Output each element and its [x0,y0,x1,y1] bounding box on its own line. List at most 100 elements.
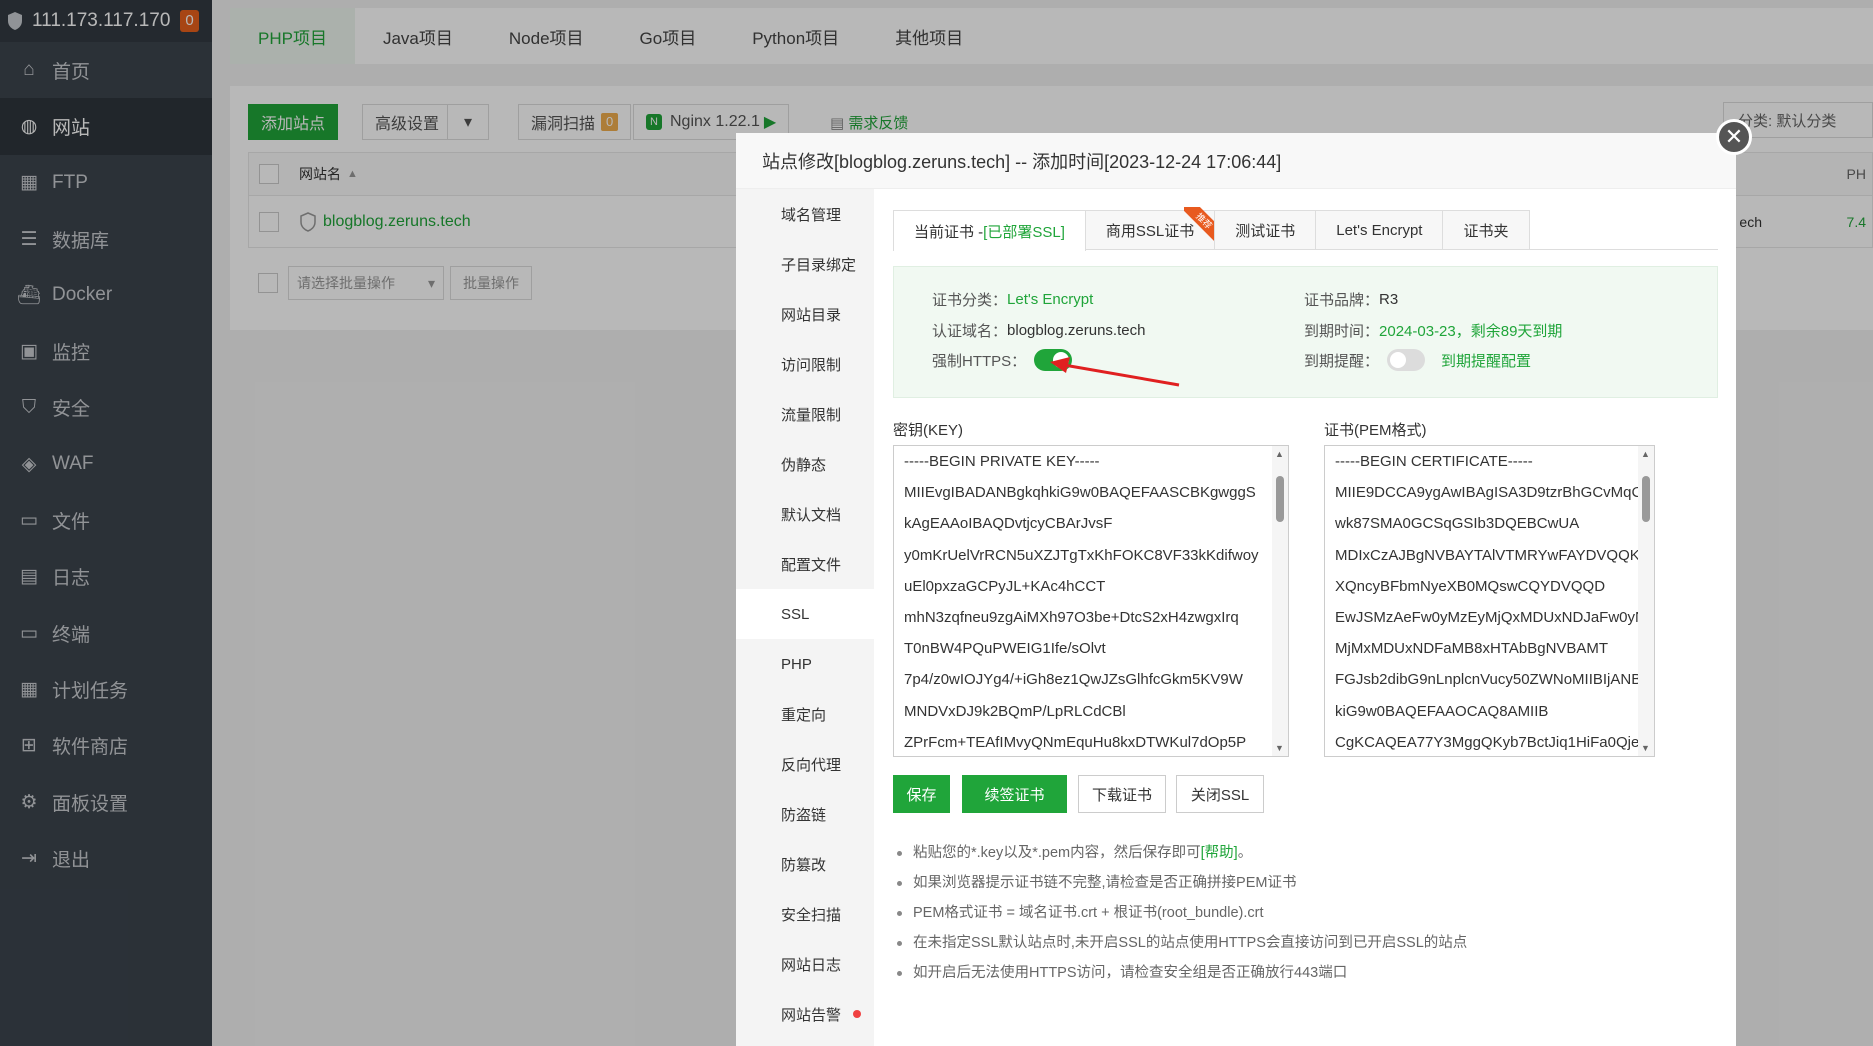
scroll-down-icon[interactable]: ▼ [1641,743,1650,753]
modal-nav-item-3[interactable]: 访问限制 [736,339,874,389]
text-line: MIIE9DCCA9ygAwIBAgISA3D9tzrBhGCvMqCy/Ce [1335,484,1655,502]
modal-nav: 域名管理子目录绑定网站目录访问限制 流量限制伪静态默认文档配置文件 SSL PHP 重定… [736,189,874,1046]
modal-nav-label: 配置文件 [781,556,842,574]
ssl-tabs: 当前证书 - [已部署SSL] 商用SSL证书 推荐 测试证书 Let's Enc… [893,207,1718,251]
modal-nav-label: 网站目录 [781,306,842,324]
modal-nav-item-5[interactable]: 伪静态 [736,439,874,489]
expire-remind-label: 到期提醒： [1304,352,1380,370]
text-line: 7p4/z0wIOJYg4/+iGh8ez1QwJZsGlhfcGkm5KV9W [904,671,1243,689]
text-line: CgKCAQEA77Y3MggQKyb7BctJiq1HiFa0Qjebl2SU [1335,733,1655,751]
text-line: MjMxMDUxNDFaMB8xHTAbBgNVBAMT [1335,640,1609,658]
modal-nav-label: 安全扫描 [781,906,842,924]
scroll-thumb[interactable] [1642,476,1650,522]
cert-expire: 到期时间： 2024-03-23，剩余89天到期 [1304,320,1562,341]
red-arrow-icon [1050,357,1180,387]
cert-textarea[interactable]: -----BEGIN CERTIFICATE----- MIIE9DCCA9ygA… [1324,445,1655,757]
tip-item: 粘贴您的*.key以及*.pem内容，然后保存即可[帮助]。 [893,838,1718,868]
modal-nav-item-6[interactable]: 默认文档 [736,489,874,539]
expire-remind-toggle[interactable] [1387,349,1426,371]
text-line: MDIxCzAJBgNVBAYTAlVTMRYwFAYDVQQKEw1MZ [1335,546,1654,564]
tab-letsencrypt[interactable]: Let's Encrypt [1315,210,1444,249]
save-button[interactable]: 保存 [893,775,950,813]
cert-scrollbar[interactable]: ▲ ▼ [1638,446,1654,756]
toggle-knob [1390,352,1407,368]
scroll-thumb[interactable] [1276,476,1284,522]
site-edit-modal: 站点修改[blogblog.zeruns.tech] -- 添加时间[2023-… [736,133,1736,1046]
modal-nav-label: PHP [781,655,812,673]
renew-cert-button[interactable]: 续签证书 [962,775,1067,813]
text-line: uEl0pxzaGCPyJL+KAc4hCCT [904,577,1106,595]
cert-info-box: 证书分类： Let's Encrypt 证书品牌： R3 认证域名： blogblog… [893,266,1718,398]
expire-remind-config-link[interactable]: 到期提醒配置 [1441,350,1531,371]
modal-nav-item-12[interactable]: 防盗链 [736,789,874,839]
alert-dot-icon [853,1010,862,1018]
scroll-up-icon[interactable]: ▲ [1275,449,1284,459]
tip-item: 在未指定SSL默认站点时,未开启SSL的站点使用HTTPS会直接访问到已开启SS… [893,928,1718,958]
scroll-up-icon[interactable]: ▲ [1641,449,1650,459]
tab-current-cert[interactable]: 当前证书 - [已部署SSL] [893,210,1086,251]
modal-title: 站点修改[blogblog.zeruns.tech] -- 添加时间[2023-… [736,133,1736,189]
cert-expire-label: 到期时间： [1304,323,1380,340]
ssl-content: 当前证书 - [已部署SSL] 商用SSL证书 推荐 测试证书 Let's Enc… [893,189,1718,1046]
text-line: mhN3zqfneu9zgAiMXh97O3be+DtcS2xH4zwgxIrq [904,608,1239,626]
help-link[interactable]: [帮助] [1201,845,1238,861]
text-line: ZPrFcm+TEAfIMvyQNmEquHu8kxDTWKul7dOp5P [904,733,1247,751]
key-label: 密钥(KEY) [893,422,964,439]
cert-brand-label: 证书品牌： [1304,292,1380,309]
text-line: T0nBW4PQuPWEIG1Ife/sOlvt [904,640,1106,658]
modal-nav-item-4[interactable]: 流量限制 [736,389,874,439]
key-scrollbar[interactable]: ▲ ▼ [1272,446,1288,756]
modal-nav-item-8[interactable]: SSL [736,589,874,639]
text-line: kAgEAAoIBAQDvtjcyCBArJvsF [904,515,1113,533]
modal-nav-item-10[interactable]: 重定向 [736,689,874,739]
text-line: FGJsb2dibG9nLnplcnVucy50ZWNoMIIBIjANBgkq… [1335,671,1655,689]
modal-nav-item-0[interactable]: 域名管理 [736,189,874,239]
modal-nav-item-15[interactable]: 网站日志 [736,939,874,989]
text-line: -----BEGIN PRIVATE KEY----- [904,453,1100,470]
cert-domain: 认证域名： blogblog.zeruns.tech [932,320,1145,341]
cert-domain-label: 认证域名： [932,323,1008,340]
tab-test-cert[interactable]: 测试证书 [1214,210,1317,249]
scroll-down-icon[interactable]: ▼ [1275,743,1284,753]
tab-cert-folder[interactable]: 证书夹 [1442,210,1530,249]
expire-remind: 到期提醒： 到期提醒配置 [1304,349,1531,371]
close-icon[interactable]: ✕ [1716,119,1752,155]
text-line: -----BEGIN CERTIFICATE----- [1335,453,1533,470]
recommend-ribbon-text: 推荐 [1184,207,1219,241]
tab-current-cert-status: [已部署SSL] [983,223,1065,241]
modal-nav-label: 重定向 [781,706,827,724]
modal-nav-item-7[interactable]: 配置文件 [736,539,874,589]
cert-brand: 证书品牌： R3 [1304,289,1398,310]
modal-nav-item-13[interactable]: 防篡改 [736,839,874,889]
modal-nav-label: 网站日志 [781,956,842,974]
key-textarea[interactable]: -----BEGIN PRIVATE KEY----- MIIEvgIBADANB… [893,445,1289,757]
modal-nav-item-16[interactable]: 网站告警 [736,989,874,1039]
tab-commercial-ssl-label: 商用SSL证书 [1105,222,1195,240]
modal-nav-item-2[interactable]: 网站目录 [736,289,874,339]
modal-nav-label: 伪静态 [781,456,827,474]
tip-item: 如开启后无法使用HTTPS访问，请检查安全组是否正确放行443端口 [893,958,1718,988]
tip-text: 粘贴您的*.key以及*.pem内容，然后保存即可 [913,845,1201,861]
cert-brand-value: R3 [1379,291,1399,308]
text-line: MNDVxDJ9k2BQmP/LpRLCdCBl [904,702,1126,720]
modal-nav-label: 域名管理 [781,206,842,224]
modal-nav-label: 防篡改 [781,856,827,874]
cert-label: 证书(PEM格式) [1324,422,1427,439]
modal-nav-item-9[interactable]: PHP [736,639,874,689]
cert-category-label: 证书分类： [932,292,1008,309]
download-cert-button[interactable]: 下载证书 [1078,775,1166,813]
modal-nav-label: 网站告警 [781,1006,842,1024]
ssl-tips: 粘贴您的*.key以及*.pem内容，然后保存即可[帮助]。 如果浏览器提示证书… [893,838,1718,988]
force-https-label: 强制HTTPS： [932,352,1027,370]
cert-expire-value: 2024-03-23，剩余89天到期 [1379,323,1563,340]
modal-nav-label: 防盗链 [781,806,827,824]
modal-nav-item-1[interactable]: 子目录绑定 [736,239,874,289]
tip-item: 如果浏览器提示证书链不完整,请检查是否正确拼接PEM证书 [893,868,1718,898]
cert-domain-value: blogblog.zeruns.tech [1007,322,1146,339]
close-ssl-button[interactable]: 关闭SSL [1176,775,1264,813]
text-line: XQncyBFbmNyeXB0MQswCQYDVQQD [1335,577,1606,595]
modal-nav-item-11[interactable]: 反向代理 [736,739,874,789]
text-line: EwJSMzAeFw0yMzEyMjQxMDUxNDJaFw0yNDAz [1335,608,1655,626]
tab-commercial-ssl[interactable]: 商用SSL证书 推荐 [1084,207,1219,249]
modal-nav-item-14[interactable]: 安全扫描 [736,889,874,939]
